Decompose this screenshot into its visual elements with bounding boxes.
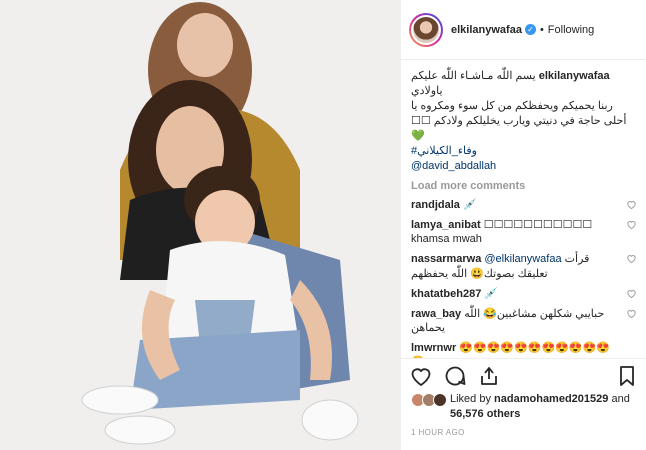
likes-count[interactable]: 56,576 others	[450, 408, 520, 420]
load-more-comments-button[interactable]: Load more comments	[411, 180, 637, 192]
likes-text: Liked by nadamohamed201529 and 56,576 ot…	[450, 392, 630, 422]
verified-badge-icon: ✓	[524, 24, 536, 35]
like-comment-heart-icon[interactable]	[626, 219, 637, 230]
post-side-panel: elkilanywafaa ✓ • Following elkilanywafa…	[400, 0, 646, 450]
comment-text: حبايبي شكلهن مشاغبين😂 اللّٰه	[464, 308, 605, 320]
comment-username[interactable]: nassarmarwa	[411, 253, 481, 265]
comment-row: randjdala 💉	[411, 198, 637, 212]
comment-username[interactable]: khatatbeh287	[411, 288, 481, 300]
instagram-post-view: elkilanywafaa ✓ • Following elkilanywafa…	[0, 0, 646, 450]
green-heart-icon: 💚	[411, 130, 425, 142]
separator-dot: •	[539, 23, 544, 36]
caption-text-3: ربنا يحميكم ويحفظكم من كل سوء ومكروه يا	[411, 100, 613, 112]
post-timestamp[interactable]: 1 HOUR AGO	[411, 428, 465, 437]
comment-text: 💉	[484, 288, 499, 300]
post-header: elkilanywafaa ✓ • Following	[401, 0, 646, 60]
post-photo[interactable]	[0, 0, 400, 450]
liker-avatar	[433, 393, 447, 407]
comment-mention[interactable]: @elkilanywafaa	[484, 253, 561, 265]
post-username[interactable]: elkilanywafaa	[451, 24, 522, 36]
comment-text: ☐☐☐☐☐☐☐☐☐☐☐	[483, 219, 593, 231]
comment-bubble-icon[interactable]	[443, 364, 467, 388]
comment-username[interactable]: lamya_anibat	[411, 219, 481, 231]
comment-text: قرأت	[564, 253, 590, 265]
comment-username[interactable]: lmwrnwr	[411, 342, 456, 354]
caption-author[interactable]: elkilanywafaa	[539, 70, 610, 82]
comment-text-continued: khamsa mwah	[411, 233, 482, 245]
likes-and: and	[611, 393, 630, 405]
liker-avatars	[411, 393, 447, 422]
caption-text-4: أحلى حاجة في دنيتي ويارب يخليلكم ولادكم …	[411, 115, 627, 127]
comment-text-continued: تعليقك بصوتك😃 اللّٰه يحفظهم	[411, 268, 548, 280]
like-heart-icon[interactable]	[409, 364, 433, 388]
comment-username[interactable]: randjdala	[411, 199, 460, 211]
caption-text-1: يسم اللّٰه مـاشـاء اللّٰه عليكم	[411, 70, 536, 82]
caption-hashtag[interactable]: #وفاء_الكيلاني	[411, 144, 637, 159]
family-photo-illustration	[0, 0, 400, 450]
avatar-inner	[411, 14, 441, 45]
likes-user[interactable]: nadamohamed201529	[494, 393, 608, 405]
save-bookmark-icon[interactable]	[615, 364, 639, 388]
comment-row: nassarmarwa @elkilanywafaa قرأت تعليقك ب…	[411, 252, 637, 281]
like-comment-heart-icon[interactable]	[626, 253, 637, 264]
comment-row: khatatbeh287 💉	[411, 287, 637, 301]
comment-row: rawa_bay حبايبي شكلهن مشاغبين😂 اللّٰه يح…	[411, 307, 637, 335]
comment-row: lmwrnwr 😍😍😍😍😍😍😍😍😍😍😍😍	[411, 341, 637, 358]
caption-mention[interactable]: @david_abdallah	[411, 159, 637, 174]
likes-prefix: Liked by	[450, 393, 491, 405]
following-button[interactable]: Following	[548, 24, 594, 36]
like-comment-heart-icon[interactable]	[626, 288, 637, 299]
caption-text-2: ياولادي	[411, 85, 443, 97]
comments-section[interactable]: elkilanywafaa يسم اللّٰه مـاشـاء اللّٰه …	[401, 61, 646, 358]
like-comment-heart-icon[interactable]	[626, 308, 637, 319]
caption-line-1: elkilanywafaa يسم اللّٰه مـاشـاء اللّٰه …	[411, 69, 637, 84]
comment-username[interactable]: rawa_bay	[411, 308, 461, 320]
comment-text-continued: يحماهن	[411, 322, 446, 334]
like-comment-heart-icon[interactable]	[626, 199, 637, 210]
avatar-image	[413, 16, 439, 43]
likes-summary: Liked by nadamohamed201529 and 56,576 ot…	[411, 392, 641, 422]
comment-text: 💉	[462, 199, 477, 211]
comment-row: lamya_anibat ☐☐☐☐☐☐☐☐☐☐☐ khamsa mwah	[411, 218, 637, 246]
post-actions-bar	[401, 358, 646, 392]
share-icon[interactable]	[477, 364, 501, 388]
avatar[interactable]	[409, 12, 443, 47]
